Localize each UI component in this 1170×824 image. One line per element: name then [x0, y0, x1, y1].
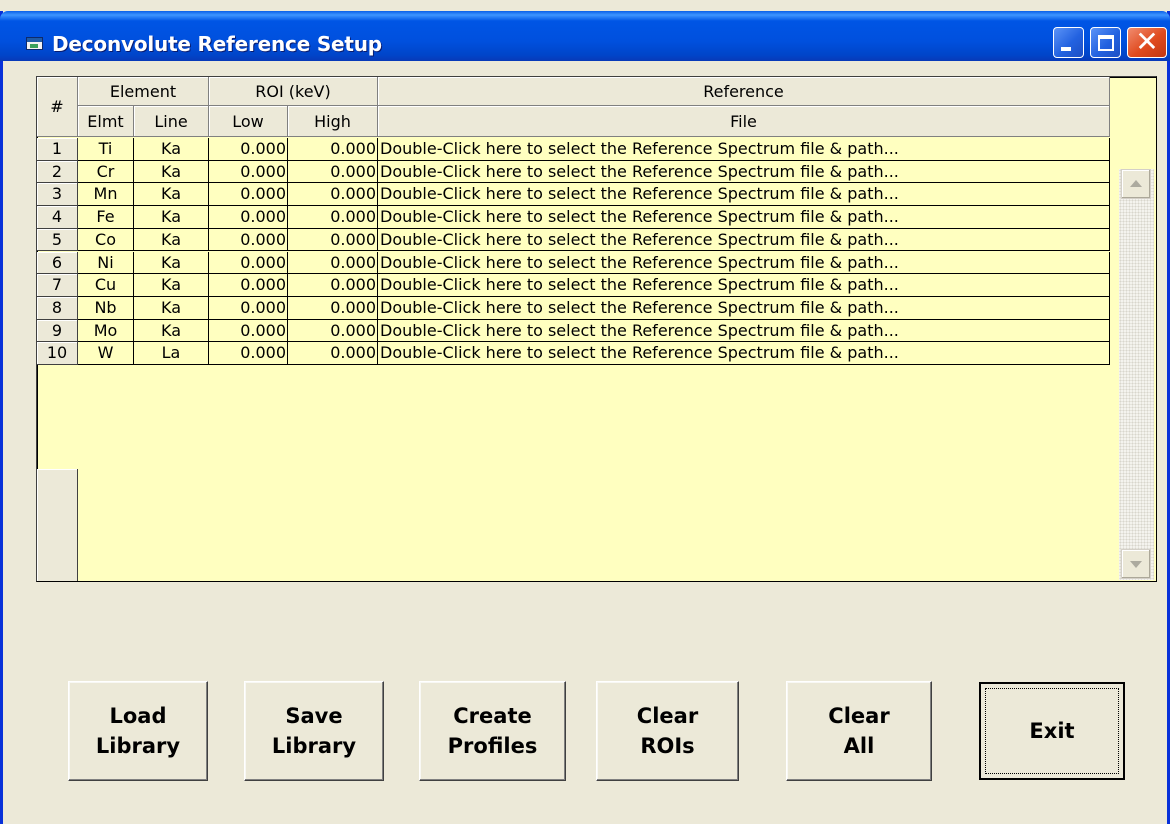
cell-line[interactable]: Ka: [134, 296, 209, 320]
cell-elmt[interactable]: Ti: [78, 138, 134, 161]
maximize-button[interactable]: [1090, 27, 1121, 58]
clear-rois-button[interactable]: Clear ROIs: [596, 681, 739, 781]
cell-file[interactable]: Double-Click here to select the Referenc…: [378, 138, 1110, 161]
header-file: File: [378, 106, 1110, 137]
row-number[interactable]: 2: [37, 160, 78, 184]
cell-line[interactable]: Ka: [134, 183, 209, 207]
cell-high[interactable]: 0.000: [288, 274, 378, 297]
load-library-label: Load Library: [95, 704, 181, 758]
cell-elmt[interactable]: Cu: [78, 274, 134, 297]
cell-file[interactable]: Double-Click here to select the Referenc…: [378, 319, 1110, 343]
cell-elmt[interactable]: Mn: [78, 183, 134, 207]
cell-elmt[interactable]: Nb: [78, 296, 134, 320]
scroll-up-button[interactable]: [1121, 169, 1151, 199]
maximize-icon: [1098, 35, 1114, 51]
header-line: Line: [134, 106, 209, 137]
scroll-down-button[interactable]: [1121, 549, 1151, 579]
row-number[interactable]: 3: [37, 183, 78, 207]
row-number[interactable]: 7: [37, 274, 78, 297]
header-reference: Reference: [378, 77, 1110, 106]
cell-low[interactable]: 0.000: [209, 228, 288, 252]
cell-low[interactable]: 0.000: [209, 274, 288, 297]
cell-low[interactable]: 0.000: [209, 183, 288, 207]
cell-low[interactable]: 0.000: [209, 206, 288, 229]
minimize-icon: [1061, 47, 1071, 51]
cell-elmt[interactable]: Cr: [78, 160, 134, 184]
cell-high[interactable]: 0.000: [288, 251, 378, 275]
cell-high[interactable]: 0.000: [288, 319, 378, 343]
cell-high[interactable]: 0.000: [288, 160, 378, 184]
cell-line[interactable]: Ka: [134, 319, 209, 343]
scrollbar-track[interactable]: [1119, 169, 1154, 580]
scroll-up-arrow-icon: [1130, 180, 1142, 187]
cell-low[interactable]: 0.000: [209, 296, 288, 320]
app-window-icon[interactable]: [26, 37, 43, 50]
cell-low[interactable]: 0.000: [209, 319, 288, 343]
header-low: Low: [209, 106, 288, 137]
cell-low[interactable]: 0.000: [209, 138, 288, 161]
window-title: Deconvolute Reference Setup: [52, 32, 382, 56]
row-number[interactable]: 5: [37, 228, 78, 252]
create-profiles-label: Create Profiles: [447, 704, 538, 758]
close-button[interactable]: ✕: [1127, 25, 1167, 58]
header-number: #: [37, 77, 78, 137]
row-number[interactable]: 4: [37, 206, 78, 229]
row-number[interactable]: 8: [37, 296, 78, 320]
header-element: Element: [78, 77, 209, 106]
cell-file[interactable]: Double-Click here to select the Referenc…: [378, 251, 1110, 275]
cell-line[interactable]: Ka: [134, 206, 209, 229]
title-bar[interactable]: Deconvolute Reference Setup ✕: [0, 11, 1170, 61]
cell-line[interactable]: Ka: [134, 251, 209, 275]
cell-elmt[interactable]: Mo: [78, 319, 134, 343]
cell-line[interactable]: Ka: [134, 274, 209, 297]
cell-line[interactable]: Ka: [134, 138, 209, 161]
cell-elmt[interactable]: Fe: [78, 206, 134, 229]
exit-label: Exit: [1029, 719, 1075, 743]
cell-file[interactable]: Double-Click here to select the Referenc…: [378, 160, 1110, 184]
cell-high[interactable]: 0.000: [288, 296, 378, 320]
exit-button[interactable]: Exit: [979, 682, 1125, 780]
cell-file[interactable]: Double-Click here to select the Referenc…: [378, 206, 1110, 229]
row-number[interactable]: 6: [37, 251, 78, 275]
cell-file[interactable]: Double-Click here to select the Referenc…: [378, 342, 1110, 365]
cell-elmt[interactable]: Ni: [78, 251, 134, 275]
clear-rois-label: Clear ROIs: [636, 704, 699, 758]
cell-high[interactable]: 0.000: [288, 206, 378, 229]
cell-high[interactable]: 0.000: [288, 228, 378, 252]
cell-elmt[interactable]: Co: [78, 228, 134, 252]
cell-high[interactable]: 0.000: [288, 342, 378, 365]
vertical-scrollbar[interactable]: [1119, 169, 1154, 580]
cell-line[interactable]: La: [134, 342, 209, 365]
clear-all-label: Clear All: [828, 704, 890, 758]
cell-low[interactable]: 0.000: [209, 160, 288, 184]
save-library-label: Save Library: [271, 704, 357, 758]
row-number[interactable]: 9: [37, 319, 78, 343]
cell-line[interactable]: Ka: [134, 160, 209, 184]
reference-grid[interactable]: # Element ROI (keV) Reference Elmt Line …: [36, 76, 1157, 582]
header-roi-kev: ROI (keV): [209, 77, 378, 106]
cell-line[interactable]: Ka: [134, 228, 209, 252]
cell-high[interactable]: 0.000: [288, 138, 378, 161]
clear-all-button[interactable]: Clear All: [786, 681, 932, 781]
create-profiles-button[interactable]: Create Profiles: [419, 681, 566, 781]
row-number[interactable]: 10: [37, 342, 78, 365]
header-elmt: Elmt: [78, 106, 134, 137]
row-header-blank: [37, 469, 78, 581]
close-icon: ✕: [1135, 25, 1159, 58]
cell-file[interactable]: Double-Click here to select the Referenc…: [378, 274, 1110, 297]
cell-low[interactable]: 0.000: [209, 342, 288, 365]
scroll-down-arrow-icon: [1130, 561, 1142, 568]
cell-file[interactable]: Double-Click here to select the Referenc…: [378, 228, 1110, 252]
cell-low[interactable]: 0.000: [209, 251, 288, 275]
cell-elmt[interactable]: W: [78, 342, 134, 365]
load-library-button[interactable]: Load Library: [68, 681, 208, 781]
save-library-button[interactable]: Save Library: [244, 681, 384, 781]
cell-file[interactable]: Double-Click here to select the Referenc…: [378, 296, 1110, 320]
header-high: High: [288, 106, 378, 137]
row-number[interactable]: 1: [37, 138, 78, 161]
cell-file[interactable]: Double-Click here to select the Referenc…: [378, 183, 1110, 207]
minimize-button[interactable]: [1053, 27, 1084, 58]
cell-high[interactable]: 0.000: [288, 183, 378, 207]
